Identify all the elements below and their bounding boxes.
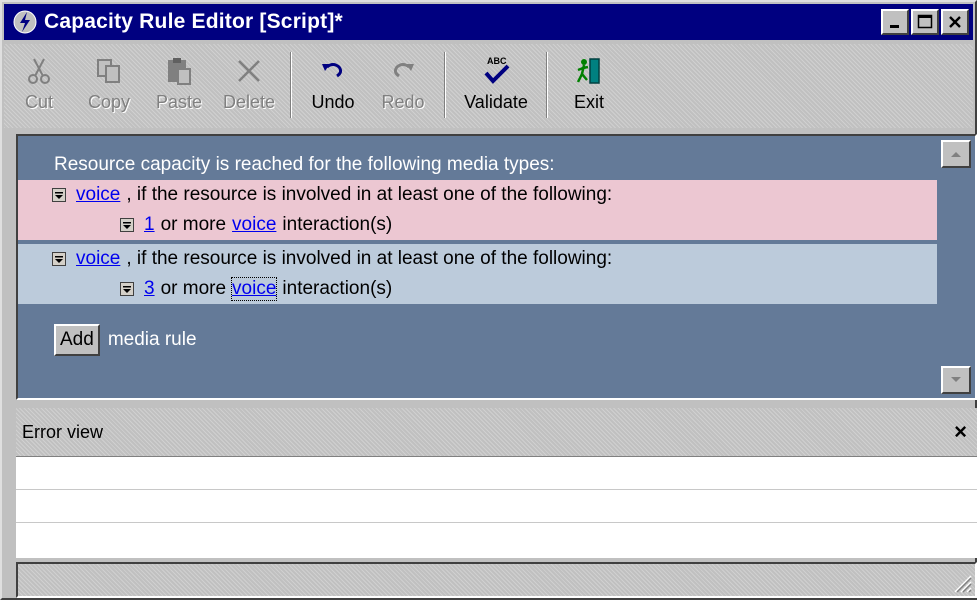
scroll-up-icon	[951, 152, 961, 157]
add-button[interactable]: Add	[54, 324, 100, 356]
paste-label: Paste	[155, 92, 203, 112]
collapse-toggle[interactable]	[120, 218, 134, 232]
minimize-button[interactable]	[881, 9, 909, 35]
collapse-toggle[interactable]	[52, 252, 66, 266]
paste-button[interactable]: Paste	[144, 44, 214, 124]
collapse-toggle[interactable]	[120, 282, 134, 296]
interactions-text: interaction(s)	[282, 278, 393, 299]
interaction-rule-row: 1 or more voice interaction(s)	[18, 210, 937, 240]
scroll-down-button[interactable]	[941, 366, 971, 394]
error-view-title: Error view	[22, 421, 104, 442]
collapse-icon	[55, 256, 63, 263]
maximize-button[interactable]	[911, 9, 939, 35]
close-button[interactable]	[941, 9, 969, 35]
error-view-close-button[interactable]: ×	[954, 419, 967, 445]
rule-condition-text: , if the resource is involved in at leas…	[126, 248, 613, 269]
collapse-icon	[55, 192, 63, 199]
toolbar-separator	[290, 52, 292, 118]
app-window: Capacity Rule Editor [Script]* Cut Copy …	[0, 0, 977, 600]
undo-arrow-icon	[317, 54, 349, 88]
minimize-icon	[890, 25, 899, 28]
exit-door-icon	[573, 54, 605, 88]
error-row	[16, 457, 977, 490]
error-view-header: Error view ×	[16, 408, 977, 456]
delete-x-icon	[233, 54, 265, 88]
exit-label: Exit	[573, 92, 604, 112]
svg-text:ABC: ABC	[487, 56, 507, 66]
error-row	[16, 523, 977, 556]
media-rule-label: media rule	[107, 329, 197, 350]
media-rule-row: voice , if the resource is involved in a…	[18, 180, 937, 210]
validate-button[interactable]: ABC Validate	[452, 44, 540, 124]
interaction-count-link[interactable]: 3	[144, 278, 155, 300]
vertical-scrollbar[interactable]	[937, 136, 975, 398]
interaction-media-link[interactable]: voice	[232, 214, 276, 236]
toolbar-separator	[546, 52, 548, 118]
collapse-icon	[123, 286, 131, 293]
rule-editor-content: Resource capacity is reached for the fol…	[18, 136, 937, 398]
interaction-media-link[interactable]: voice	[231, 277, 278, 301]
error-view-panel: Error view ×	[16, 408, 977, 558]
close-icon	[949, 16, 961, 28]
redo-label: Redo	[381, 92, 425, 112]
collapse-toggle[interactable]	[52, 188, 66, 202]
validate-label: Validate	[464, 92, 528, 112]
title-bar[interactable]: Capacity Rule Editor [Script]*	[4, 4, 973, 40]
cut-button[interactable]: Cut	[4, 44, 74, 124]
rule-header-text: Resource capacity is reached for the fol…	[54, 154, 555, 175]
rule-editor-panel[interactable]: Resource capacity is reached for the fol…	[16, 134, 977, 400]
redo-arrow-icon	[387, 54, 419, 88]
resize-grip-icon[interactable]	[949, 570, 973, 594]
interaction-count-link[interactable]: 1	[144, 214, 155, 236]
error-row	[16, 490, 977, 523]
cut-label: Cut	[24, 92, 53, 112]
undo-button[interactable]: Undo	[298, 44, 368, 124]
app-icon	[10, 7, 40, 37]
or-more-text: or more	[160, 214, 227, 235]
status-bar	[16, 562, 977, 598]
interaction-rule-row: 3 or more voice interaction(s)	[18, 274, 937, 304]
or-more-text: or more	[160, 278, 227, 299]
media-type-link[interactable]: voice	[76, 248, 120, 270]
maximize-icon	[917, 14, 933, 29]
delete-button[interactable]: Delete	[214, 44, 284, 124]
scissors-icon	[23, 54, 55, 88]
copy-icon	[93, 54, 125, 88]
exit-button[interactable]: Exit	[554, 44, 624, 124]
media-rule-row: voice , if the resource is involved in a…	[18, 244, 937, 274]
interactions-text: interaction(s)	[282, 214, 393, 235]
scroll-down-icon	[951, 377, 961, 382]
toolbar-separator	[444, 52, 446, 118]
paste-icon	[163, 54, 195, 88]
toolbar: Cut Copy Paste Delete Undo Redo ABC Vali…	[4, 44, 973, 128]
copy-label: Copy	[87, 92, 131, 112]
window-title: Capacity Rule Editor [Script]*	[44, 10, 343, 33]
delete-label: Delete	[222, 92, 276, 112]
add-rule-area: Add media rule	[54, 324, 197, 356]
copy-button[interactable]: Copy	[74, 44, 144, 124]
abc-check-icon: ABC	[480, 54, 512, 88]
undo-label: Undo	[311, 92, 355, 112]
redo-button[interactable]: Redo	[368, 44, 438, 124]
media-type-link[interactable]: voice	[76, 184, 120, 206]
rule-condition-text: , if the resource is involved in at leas…	[126, 184, 613, 205]
collapse-icon	[123, 222, 131, 229]
error-list[interactable]	[16, 456, 977, 558]
scroll-up-button[interactable]	[941, 140, 971, 168]
